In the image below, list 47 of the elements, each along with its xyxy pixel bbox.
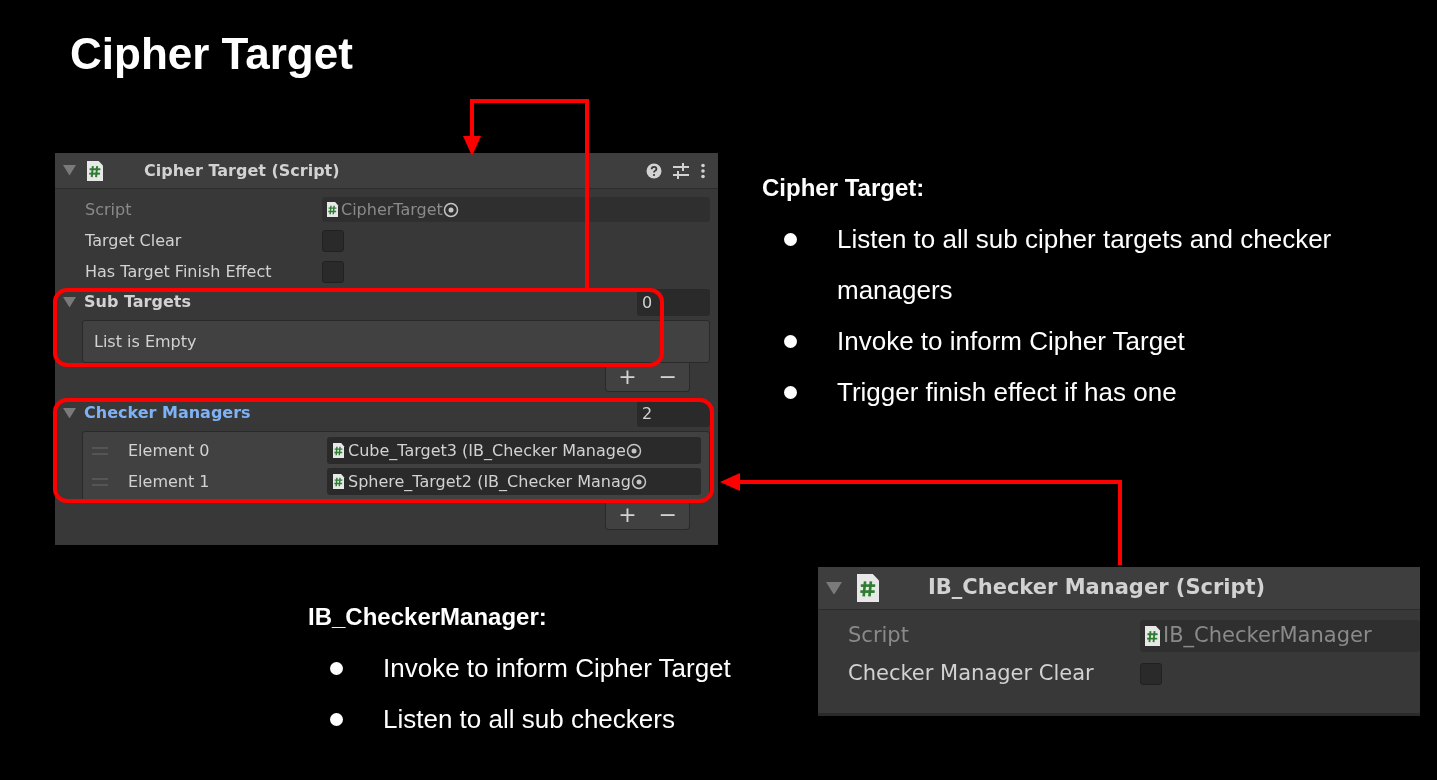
help-icon[interactable]	[646, 162, 662, 179]
bullet-icon	[330, 713, 343, 726]
slide-title: Cipher Target	[70, 28, 353, 80]
bullet-text: Listen to all sub checkers	[383, 703, 675, 736]
add-button[interactable]: +	[618, 366, 637, 388]
remove-button[interactable]: −	[658, 504, 677, 526]
bullet-icon	[784, 386, 797, 399]
component-title: IB_Checker Manager (Script)	[928, 574, 1266, 602]
bullet-icon	[784, 233, 797, 246]
object-picker-icon[interactable]	[630, 473, 647, 490]
bullet-text: Trigger finish effect if has one	[837, 376, 1178, 409]
field-label: Script	[85, 198, 133, 221]
field-label: Script	[848, 622, 910, 650]
script-file-icon	[856, 573, 880, 603]
field-label: Has Target Finish Effect	[85, 260, 273, 283]
sliders-icon[interactable]	[672, 162, 690, 179]
more-options-icon[interactable]	[700, 162, 706, 179]
script-file-icon	[1144, 625, 1161, 647]
triangle-icon[interactable]	[63, 165, 76, 176]
bullet-icon	[784, 335, 797, 348]
triangle-icon[interactable]	[63, 296, 76, 308]
count-field[interactable]: 0	[637, 288, 710, 316]
script-file-icon	[86, 159, 104, 182]
triangle-icon[interactable]	[63, 407, 76, 419]
script-file-icon	[326, 201, 339, 218]
object-field[interactable]: Cube_Target3 (IB_Checker Manage	[327, 437, 701, 464]
element-label: Element 0	[128, 439, 211, 462]
note-heading: Cipher Target:	[762, 173, 926, 203]
add-button[interactable]: +	[618, 504, 637, 526]
element-label: Element 1	[128, 470, 211, 493]
list-title[interactable]: Sub Targets	[84, 290, 191, 314]
triangle-icon[interactable]	[826, 581, 842, 595]
note-heading: IB_CheckerManager:	[308, 602, 548, 632]
bullet-text: Listen to all sub cipher targets and checker managers	[837, 223, 1333, 307]
script-file-icon	[332, 442, 345, 459]
bullet-text: Invoke to inform Cipher Target	[383, 652, 731, 685]
list-title[interactable]: Checker Managers	[84, 401, 251, 425]
field-label: Target Clear	[85, 229, 183, 252]
remove-button[interactable]: −	[658, 366, 677, 388]
bullet-icon	[330, 662, 343, 675]
component-title: Cipher Target (Script)	[144, 159, 340, 182]
script-file-icon	[332, 473, 345, 490]
empty-list-message: List is Empty	[82, 320, 710, 363]
object-field[interactable]: Sphere_Target2 (IB_Checker Manag	[327, 468, 701, 495]
object-picker-icon[interactable]	[625, 442, 642, 459]
bullet-text: Invoke to inform Cipher Target	[837, 325, 1186, 358]
field-label: Checker Manager Clear	[848, 660, 1095, 688]
